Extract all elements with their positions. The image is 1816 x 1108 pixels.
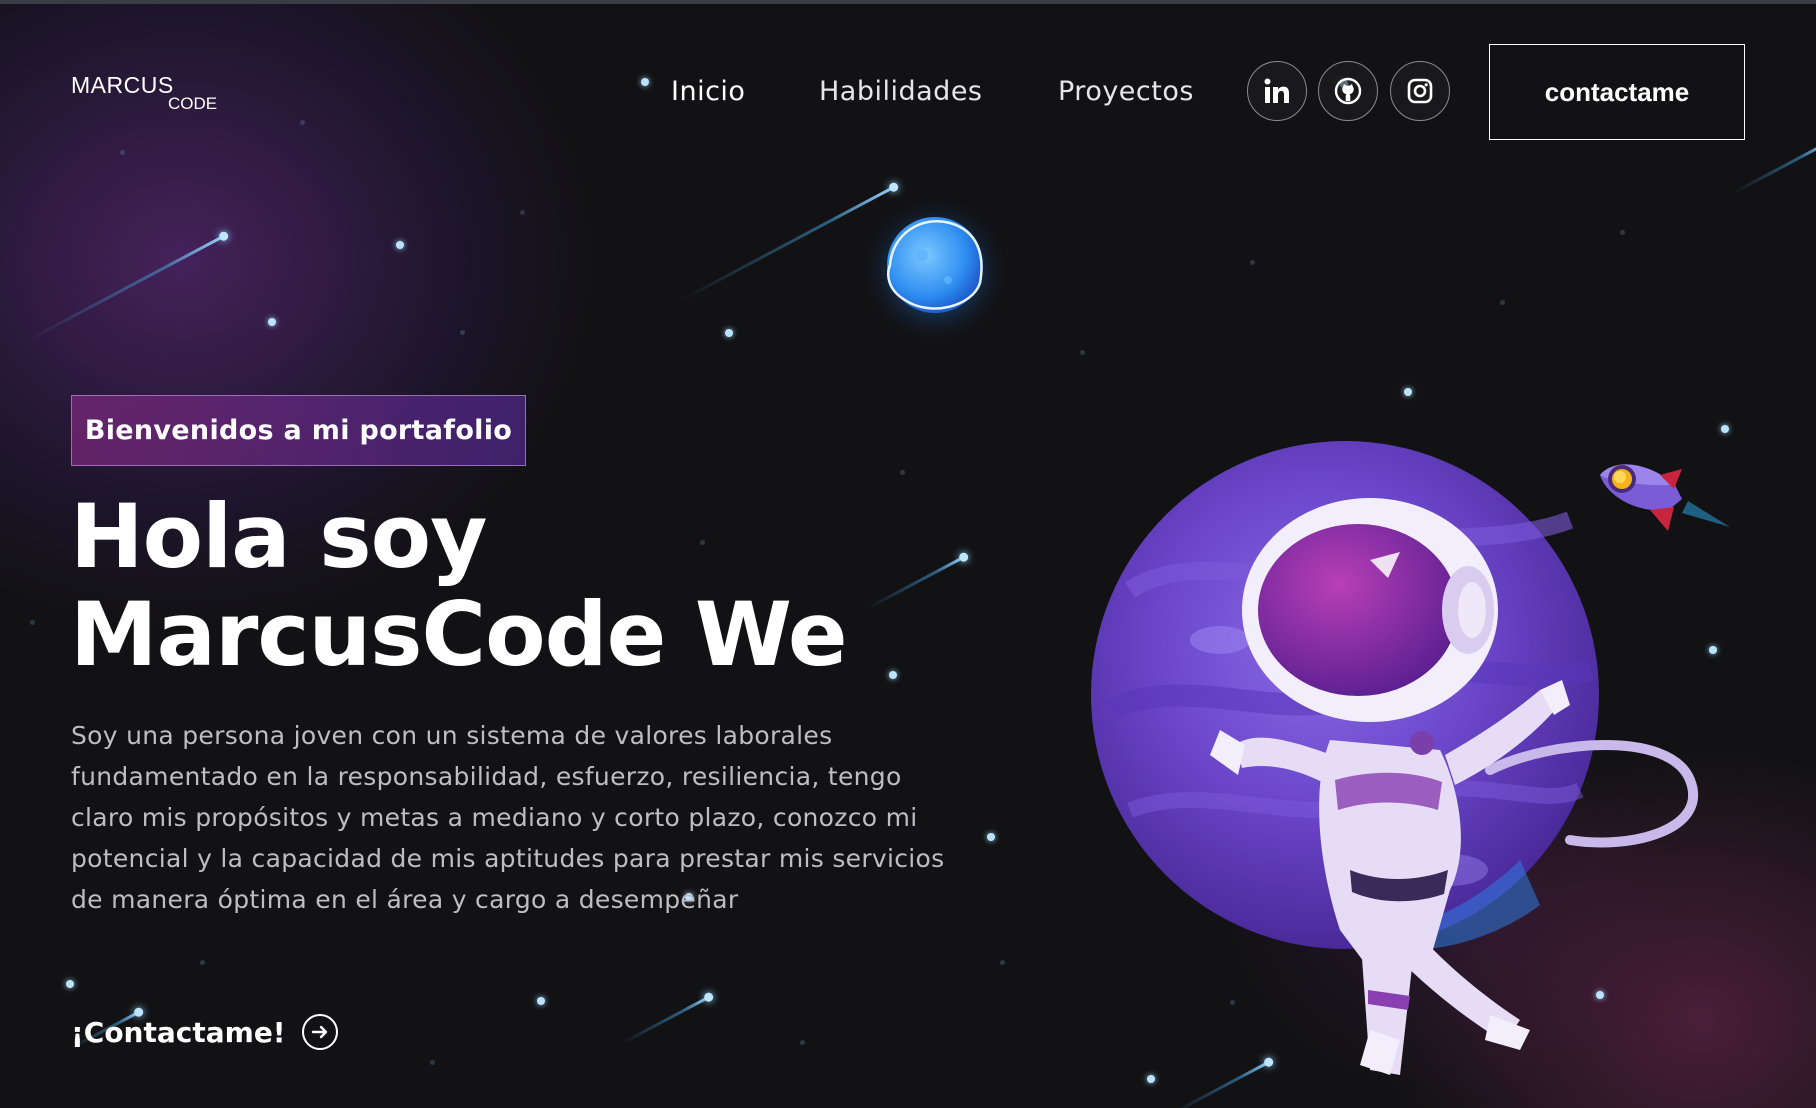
hero-bio: Soy una persona joven con un sistema de … xyxy=(71,721,945,914)
dust xyxy=(120,150,125,155)
star xyxy=(66,980,74,988)
instagram-button[interactable] xyxy=(1390,61,1450,121)
headline-line-1: Hola soy xyxy=(70,485,488,588)
window-top-border xyxy=(0,0,1816,4)
logo-line-2: CODE xyxy=(168,94,218,113)
linkedin-icon xyxy=(1264,78,1289,103)
star xyxy=(268,318,276,326)
star xyxy=(987,833,995,841)
star xyxy=(725,329,733,337)
arrow-right-circle-icon xyxy=(301,1014,338,1050)
cta-label: ¡Contactame! xyxy=(71,1015,286,1049)
dust xyxy=(800,1040,805,1045)
dust xyxy=(30,620,35,625)
dust xyxy=(200,960,205,965)
dust xyxy=(900,470,905,475)
site-logo[interactable]: MARCUS CODE xyxy=(71,72,221,118)
portfolio-page: MARCUS CODE Inicio Habilidades Proyectos… xyxy=(0,0,1816,1108)
headline-line-2: MarcusCode We xyxy=(70,583,848,686)
shooting-star xyxy=(621,995,711,1045)
star xyxy=(537,997,545,1005)
dust xyxy=(1000,960,1005,965)
astronaut-planet-illustration xyxy=(1091,441,1698,1075)
dust xyxy=(460,330,465,335)
star xyxy=(396,241,404,249)
github-button[interactable] xyxy=(1318,61,1378,121)
contact-button[interactable]: contactame xyxy=(1489,44,1745,140)
nav-link-proyectos[interactable]: Proyectos xyxy=(1058,76,1194,107)
welcome-badge: Bienvenidos a mi portafolio xyxy=(71,395,526,466)
hero-headline: Hola soy MarcusCode We xyxy=(70,488,970,684)
nav-link-inicio[interactable]: Inicio xyxy=(671,76,745,107)
star xyxy=(641,78,649,86)
contact-cta-link[interactable]: ¡Contactame! xyxy=(71,1010,338,1054)
github-icon xyxy=(1334,77,1362,105)
dust xyxy=(520,210,525,215)
logo-line-1: MARCUS xyxy=(71,72,174,98)
nav-link-habilidades[interactable]: Habilidades xyxy=(819,76,983,107)
blue-planet-illustration xyxy=(861,196,1009,344)
linkedin-button[interactable] xyxy=(1247,61,1307,121)
shooting-star xyxy=(25,234,226,343)
dust xyxy=(430,1060,435,1065)
dust xyxy=(300,120,305,125)
instagram-icon xyxy=(1407,78,1433,104)
